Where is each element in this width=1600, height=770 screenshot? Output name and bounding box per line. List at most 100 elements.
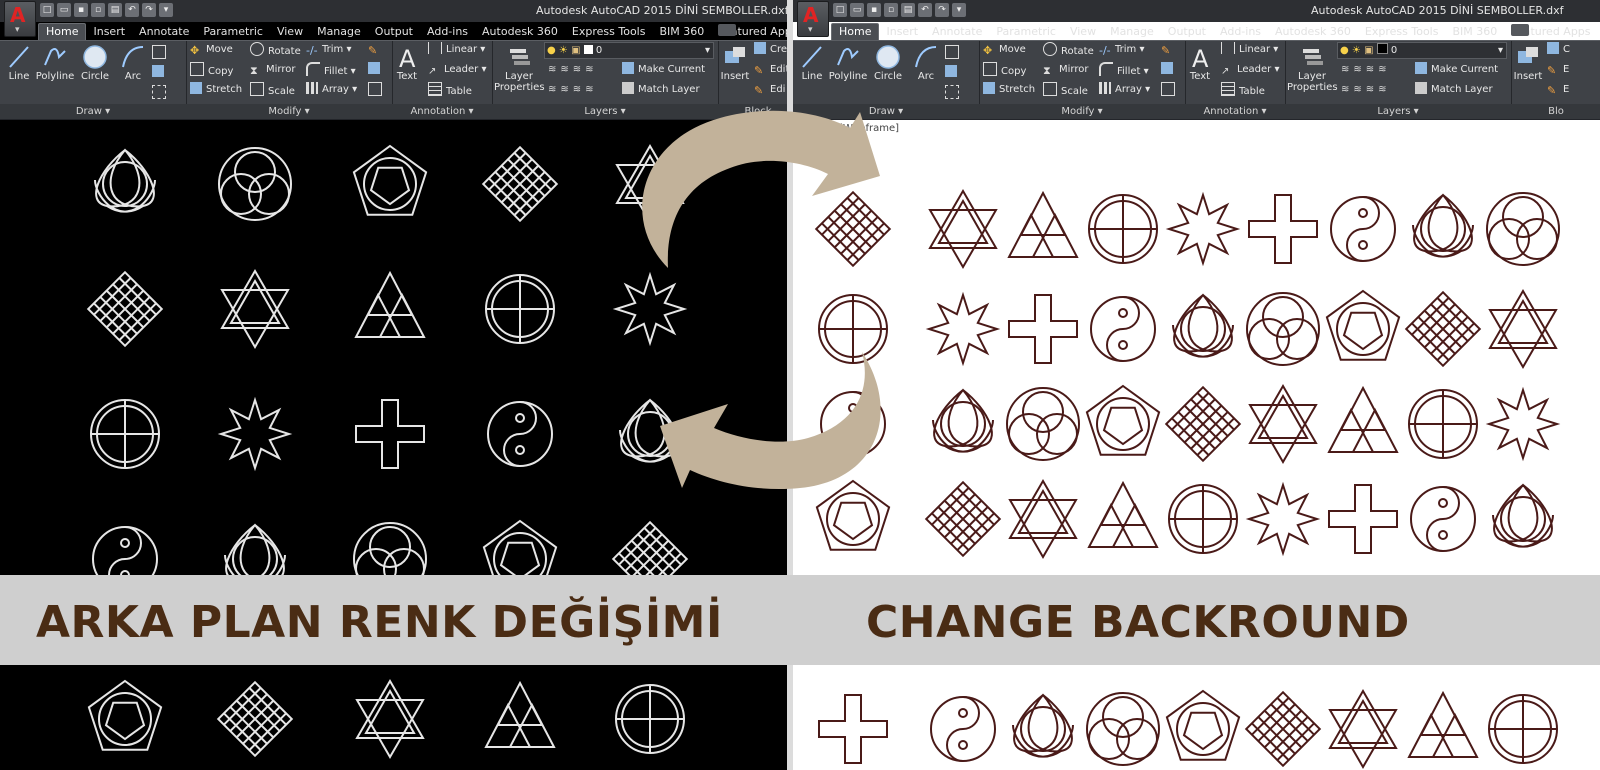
scale-button[interactable]: Scale <box>250 82 295 98</box>
tab-add-ins[interactable]: Add-ins <box>1213 24 1268 40</box>
arc-button[interactable]: Arc <box>903 43 949 82</box>
arc-button[interactable]: Arc <box>110 43 156 82</box>
drawing-area-light[interactable]: [-][Top][Wireframe] <box>793 119 1600 770</box>
layer-tools-row-1[interactable]: ≋≋≋≋ <box>548 62 598 78</box>
tab-output[interactable]: Output <box>368 24 420 40</box>
tab-bim-360[interactable]: BIM 360 <box>652 24 711 40</box>
tab-view[interactable]: View <box>270 24 310 40</box>
block-panel-title[interactable]: Block <box>718 104 787 119</box>
erase-button[interactable]: ✎ <box>368 42 384 58</box>
plot-icon[interactable]: ▤ <box>901 3 915 17</box>
tab-annotate[interactable]: Annotate <box>132 24 196 40</box>
region-button[interactable] <box>152 85 170 101</box>
tab-express-tools[interactable]: Express Tools <box>565 24 653 40</box>
erase-button[interactable]: ✎ <box>1161 42 1177 58</box>
trim-button[interactable]: -/- Trim ▾ <box>306 42 351 58</box>
layers-panel-title[interactable]: Layers ▾ <box>1285 104 1511 119</box>
tab-parametric[interactable]: Parametric <box>989 24 1063 40</box>
copy-button[interactable]: Copy <box>983 62 1026 78</box>
offset-button[interactable] <box>1161 82 1179 98</box>
tab-home[interactable]: Home <box>831 23 880 40</box>
modify-panel-title[interactable]: Modify ▾ <box>979 104 1185 119</box>
rotate-button[interactable]: Rotate <box>1043 42 1094 58</box>
layer-dropdown[interactable]: ● ☀ ▣ 0 ▾ <box>1337 42 1507 59</box>
create-block-button[interactable]: Cre <box>754 42 787 58</box>
save-as-icon[interactable]: ▫ <box>884 3 898 17</box>
fillet-button[interactable]: Fillet ▾ <box>306 62 356 78</box>
block-panel-title[interactable]: Blo <box>1511 104 1600 119</box>
undo-icon[interactable]: ↶ <box>918 3 932 17</box>
linear-dimension-button[interactable]: Linear ▾ <box>1221 42 1278 58</box>
layer-dropdown[interactable]: ● ☀ ▣ 0 ▾ <box>544 42 714 59</box>
new-file-icon[interactable]: □ <box>40 3 54 17</box>
make-current-button[interactable]: Make Current <box>622 62 705 78</box>
draw-panel-title[interactable]: Draw ▾ <box>0 104 186 119</box>
region-button[interactable] <box>945 85 963 101</box>
tab-manage[interactable]: Manage <box>310 24 368 40</box>
insert-button[interactable]: Insert <box>712 43 758 82</box>
tab-insert[interactable]: Insert <box>86 24 132 40</box>
layers-panel-title[interactable]: Layers ▾ <box>492 104 718 119</box>
tab-bim-360[interactable]: BIM 360 <box>1445 24 1504 40</box>
redo-icon[interactable]: ↷ <box>142 3 156 17</box>
edit-block-button[interactable]: ✎ E <box>1547 62 1569 78</box>
open-file-icon[interactable]: ▭ <box>850 3 864 17</box>
create-block-button[interactable]: C <box>1547 42 1570 58</box>
array-button[interactable]: Array ▾ <box>306 82 357 98</box>
open-file-icon[interactable]: ▭ <box>57 3 71 17</box>
scale-button[interactable]: Scale <box>1043 82 1088 98</box>
fillet-button[interactable]: Fillet ▾ <box>1099 62 1149 78</box>
save-as-icon[interactable]: ▫ <box>91 3 105 17</box>
rectangle-button[interactable] <box>945 45 963 61</box>
leader-button[interactable]: ↗ Leader ▾ <box>1221 62 1280 78</box>
tab-autodesk-360[interactable]: Autodesk 360 <box>475 24 565 40</box>
mirror-button[interactable]: ⧗ Mirror <box>250 62 295 78</box>
stretch-button[interactable]: Stretch <box>983 82 1035 98</box>
tab-express-tools[interactable]: Express Tools <box>1358 24 1446 40</box>
text-button[interactable]: A Text <box>1177 43 1223 82</box>
edit-block-button[interactable]: ✎ Edit <box>754 62 787 78</box>
tab-parametric[interactable]: Parametric <box>196 24 270 40</box>
text-button[interactable]: A Text <box>384 43 430 82</box>
annotation-panel-title[interactable]: Annotation ▾ <box>392 104 492 119</box>
layer-properties-button[interactable]: Layer Properties <box>494 43 545 93</box>
rectangle-button[interactable] <box>152 45 170 61</box>
customize-toolbar-icon[interactable]: ▾ <box>952 3 966 17</box>
layer-tools-row-2[interactable]: ≋≋≋≋ <box>548 82 598 98</box>
array-button[interactable]: Array ▾ <box>1099 82 1150 98</box>
offset-button[interactable] <box>368 82 386 98</box>
annotation-panel-title[interactable]: Annotation ▾ <box>1185 104 1285 119</box>
leader-button[interactable]: ↗ Leader ▾ <box>428 62 487 78</box>
tab-home[interactable]: Home <box>38 23 87 40</box>
customize-toolbar-icon[interactable]: ▾ <box>159 3 173 17</box>
edit-attributes-button[interactable]: ✎ E <box>1547 82 1569 98</box>
make-current-button[interactable]: Make Current <box>1415 62 1498 78</box>
application-menu-button[interactable]: A ▾ <box>4 1 36 37</box>
draw-panel-title[interactable]: Draw ▾ <box>793 104 979 119</box>
ribbon-options-icon[interactable] <box>1511 24 1529 36</box>
ribbon-options-icon[interactable] <box>718 24 736 36</box>
stretch-button[interactable]: Stretch <box>190 82 242 98</box>
copy-button[interactable]: Copy <box>190 62 233 78</box>
linear-dimension-button[interactable]: Linear ▾ <box>428 42 485 58</box>
mirror-button[interactable]: ⧗ Mirror <box>1043 62 1088 78</box>
tab-view[interactable]: View <box>1063 24 1103 40</box>
layer-properties-button[interactable]: Layer Properties <box>1287 43 1338 93</box>
drawing-area-dark[interactable] <box>0 119 787 770</box>
tab-autodesk-360[interactable]: Autodesk 360 <box>1268 24 1358 40</box>
hatch-button[interactable] <box>152 65 168 81</box>
table-button[interactable]: Table <box>1221 82 1265 98</box>
save-icon[interactable]: ▪ <box>867 3 881 17</box>
tab-manage[interactable]: Manage <box>1103 24 1161 40</box>
tab-insert[interactable]: Insert <box>879 24 925 40</box>
move-button[interactable]: ✥ Move <box>983 42 1026 58</box>
redo-icon[interactable]: ↷ <box>935 3 949 17</box>
new-file-icon[interactable]: □ <box>833 3 847 17</box>
tab-output[interactable]: Output <box>1161 24 1213 40</box>
trim-button[interactable]: -/- Trim ▾ <box>1099 42 1144 58</box>
explode-button[interactable] <box>1161 62 1177 78</box>
tab-add-ins[interactable]: Add-ins <box>420 24 475 40</box>
undo-icon[interactable]: ↶ <box>125 3 139 17</box>
application-menu-button[interactable]: A ▾ <box>797 1 829 37</box>
edit-attributes-button[interactable]: ✎ Edi <box>754 82 785 98</box>
